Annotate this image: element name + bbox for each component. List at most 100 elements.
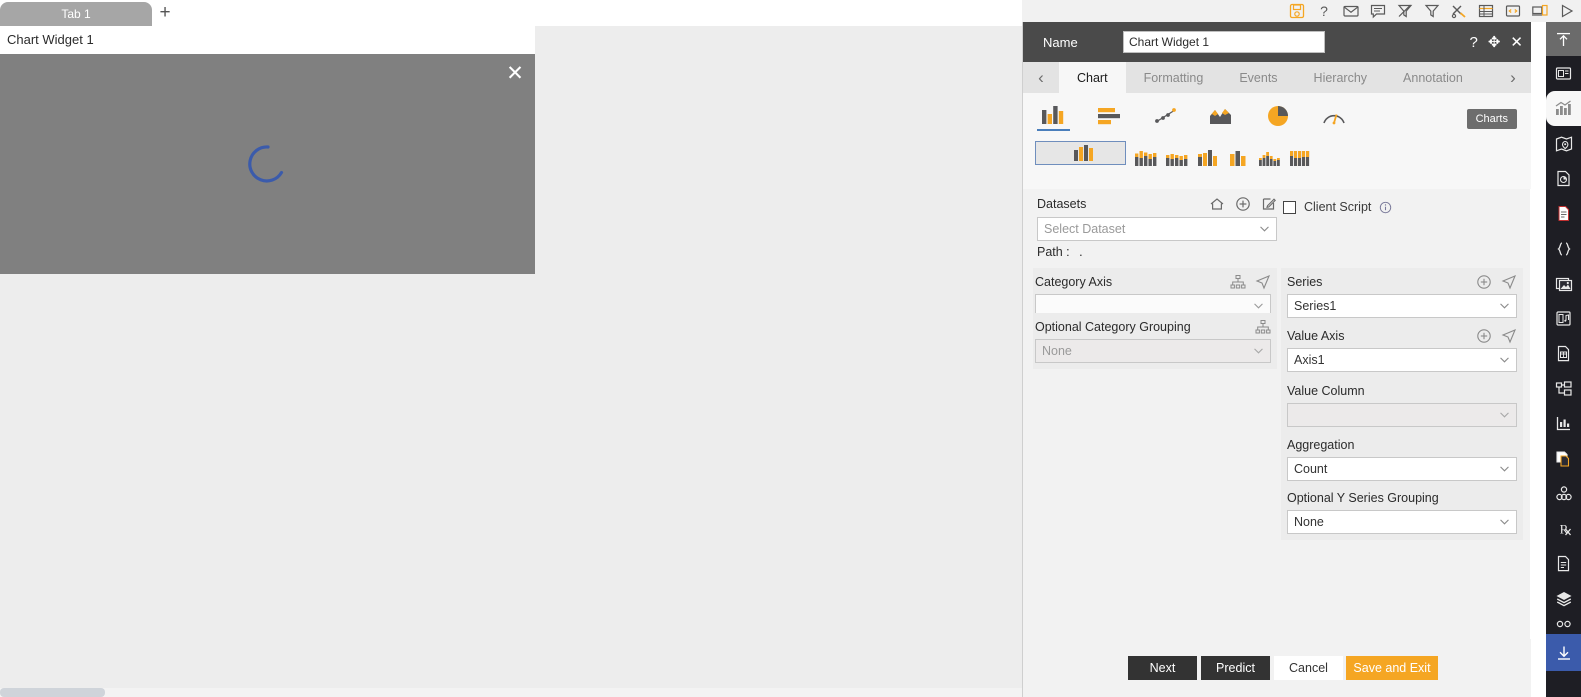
aggregation-value: Count: [1294, 462, 1328, 476]
panel-close-icon[interactable]: ✕: [1510, 35, 1523, 50]
code-braces-icon[interactable]: [1546, 231, 1581, 266]
hierarchy-icon[interactable]: [1230, 274, 1246, 290]
edit-pencil-icon[interactable]: [1261, 196, 1277, 212]
optional-y-series-grouping-select[interactable]: None: [1287, 510, 1517, 534]
widget-close-icon[interactable]: ✕: [503, 62, 527, 86]
column-variant-4-icon[interactable]: [1196, 141, 1219, 174]
tab-tab-1[interactable]: Tab 1: [0, 2, 152, 26]
client-script-row: Client Script: [1283, 197, 1473, 217]
devices-icon[interactable]: [1532, 3, 1548, 19]
cluster-icon[interactable]: [1546, 476, 1581, 511]
chart-type-selector: Charts: [1023, 93, 1531, 189]
widget-panel-icon[interactable]: [1546, 56, 1581, 91]
analytics-icon[interactable]: [1546, 406, 1581, 441]
code-window-icon[interactable]: [1505, 3, 1521, 19]
aggregation-section: Aggregation Count: [1281, 431, 1523, 487]
pointer-icon[interactable]: [1255, 274, 1271, 290]
canvas-hscrollbar[interactable]: [0, 688, 1022, 697]
column-variant-6-icon[interactable]: [1258, 141, 1281, 174]
scatter-chart-icon[interactable]: [1149, 101, 1182, 131]
optional-category-grouping-select[interactable]: None: [1035, 339, 1271, 363]
panel-move-icon[interactable]: ✥: [1488, 35, 1501, 50]
partial-cluster-icon[interactable]: [1546, 616, 1581, 634]
predict-button[interactable]: Predict: [1201, 656, 1270, 680]
save-disk-icon[interactable]: [1289, 3, 1305, 19]
add-circle-icon[interactable]: [1235, 196, 1251, 212]
tab-events[interactable]: Events: [1221, 62, 1295, 93]
path-label: Path :: [1037, 245, 1070, 259]
help-question-icon[interactable]: ?: [1316, 3, 1332, 19]
design-canvas[interactable]: Chart Widget 1 ✕: [0, 26, 1022, 697]
tab-annotation[interactable]: Annotation: [1385, 62, 1481, 93]
report-page-icon[interactable]: [1546, 161, 1581, 196]
mail-envelope-icon[interactable]: [1343, 3, 1359, 19]
map-icon[interactable]: [1546, 126, 1581, 161]
filter-funnel-icon[interactable]: [1424, 3, 1440, 19]
charts-badge[interactable]: Charts: [1466, 109, 1517, 129]
table-grid-icon[interactable]: [1478, 3, 1494, 19]
series-select[interactable]: Series1: [1287, 294, 1517, 318]
area-chart-icon[interactable]: [1205, 101, 1238, 131]
value-axis-select[interactable]: Axis1: [1287, 348, 1517, 372]
layers-icon[interactable]: [1546, 581, 1581, 616]
panel-tab-prev-icon[interactable]: ‹: [1023, 62, 1059, 93]
cancel-button[interactable]: Cancel: [1274, 656, 1343, 680]
panel-help-icon[interactable]: ?: [1470, 35, 1478, 50]
column-variant-5-icon[interactable]: [1227, 141, 1250, 174]
optional-y-series-grouping-value: None: [1294, 515, 1324, 529]
tab-formatting[interactable]: Formatting: [1126, 62, 1222, 93]
pie-chart-icon[interactable]: [1261, 101, 1294, 131]
tab-hierarchy[interactable]: Hierarchy: [1296, 62, 1386, 93]
value-axis-value: Axis1: [1294, 353, 1325, 367]
clustered-column-icon[interactable]: [1035, 141, 1126, 165]
comment-bubble-icon[interactable]: [1370, 3, 1386, 19]
chart-widget-container[interactable]: Chart Widget 1 ✕: [0, 26, 535, 274]
data-file-icon[interactable]: [1546, 336, 1581, 371]
add-circle-icon[interactable]: [1476, 274, 1492, 290]
pointer-icon[interactable]: [1501, 274, 1517, 290]
save-and-exit-button[interactable]: Save and Exit: [1346, 656, 1438, 680]
pointer-icon[interactable]: [1501, 328, 1517, 344]
chart-icon[interactable]: [1546, 91, 1581, 126]
optional-category-grouping-value: None: [1042, 344, 1072, 358]
document-icon[interactable]: [1546, 196, 1581, 231]
download-icon[interactable]: [1546, 634, 1581, 671]
column-variant-7-icon[interactable]: [1289, 141, 1312, 174]
home-icon[interactable]: [1209, 196, 1225, 212]
copy-page-icon[interactable]: [1546, 441, 1581, 476]
tree-structure-icon[interactable]: [1546, 371, 1581, 406]
collapse-up-icon[interactable]: [1546, 22, 1581, 56]
series-value: Series1: [1294, 299, 1337, 313]
panel-name-label: Name: [1043, 34, 1078, 50]
prescription-rx-icon[interactable]: R: [1546, 511, 1581, 546]
widget-name-input[interactable]: [1123, 31, 1325, 53]
add-tab-button[interactable]: +: [156, 3, 174, 23]
full-stacked-column-icon[interactable]: [1165, 141, 1188, 174]
client-script-checkbox[interactable]: [1283, 200, 1296, 214]
optional-category-grouping-label: Optional Category Grouping: [1035, 320, 1191, 334]
dataset-select-value: Select Dataset: [1044, 222, 1126, 236]
tools-icon[interactable]: [1451, 3, 1467, 19]
chevron-down-icon: [1500, 466, 1509, 472]
info-circle-icon[interactable]: [1379, 201, 1392, 214]
play-run-icon[interactable]: [1559, 3, 1575, 19]
stacked-column-icon[interactable]: [1134, 141, 1157, 174]
series-header-row: Series: [1287, 272, 1517, 292]
hierarchy-icon[interactable]: [1255, 319, 1271, 335]
value-column-select[interactable]: [1287, 403, 1517, 427]
tab-chart[interactable]: Chart: [1059, 62, 1126, 93]
dataset-select[interactable]: Select Dataset: [1037, 217, 1277, 241]
panel-tab-next-icon[interactable]: ›: [1495, 62, 1531, 93]
gauge-chart-icon[interactable]: [1317, 101, 1350, 131]
add-circle-icon[interactable]: [1476, 328, 1492, 344]
aggregation-select[interactable]: Count: [1287, 457, 1517, 481]
chevron-down-icon: [1260, 226, 1269, 232]
canvas-hscrollbar-thumb[interactable]: [0, 688, 105, 697]
horizontal-bar-chart-icon[interactable]: [1093, 101, 1126, 131]
media-card-icon[interactable]: [1546, 301, 1581, 336]
next-button[interactable]: Next: [1128, 656, 1197, 680]
clear-filter-icon[interactable]: [1397, 3, 1413, 19]
bar-column-chart-icon[interactable]: [1037, 101, 1070, 131]
image-gallery-icon[interactable]: [1546, 266, 1581, 301]
form-document-icon[interactable]: [1546, 546, 1581, 581]
